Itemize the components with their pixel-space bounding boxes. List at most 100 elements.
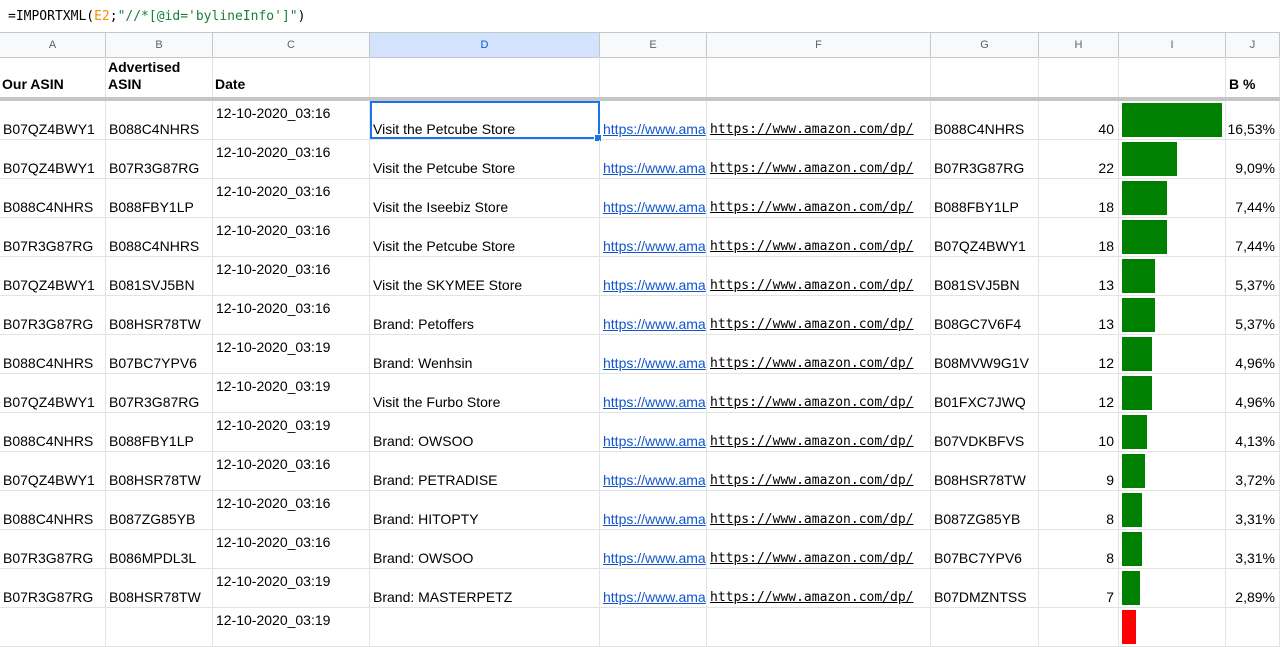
column-header-e[interactable]: E: [600, 33, 707, 57]
header-cell-d[interactable]: [370, 57, 600, 97]
header-cell-b-percent[interactable]: B %: [1226, 57, 1280, 97]
date-cell[interactable]: 12-10-2020_03:16: [213, 257, 370, 295]
partial-cell[interactable]: [931, 608, 1039, 646]
column-header-d[interactable]: D: [370, 33, 600, 57]
link-text[interactable]: https://www.ama: [603, 160, 706, 176]
url-cell[interactable]: https://www.amazon.com/dp/: [707, 452, 931, 490]
count-cell[interactable]: 18: [1039, 218, 1119, 256]
percent-cell[interactable]: 16,53%: [1226, 101, 1280, 139]
asin-cell[interactable]: B01FXC7JWQ: [931, 374, 1039, 412]
link-cell[interactable]: https://www.ama: [600, 374, 707, 412]
header-cell-our-asin[interactable]: Our ASIN: [0, 57, 106, 97]
asin-cell[interactable]: B081SVJ5BN: [931, 257, 1039, 295]
advertised-asin-cell[interactable]: B07R3G87RG: [106, 140, 213, 178]
bar-cell[interactable]: [1119, 257, 1226, 295]
percent-cell[interactable]: 3,31%: [1226, 530, 1280, 568]
date-cell[interactable]: 12-10-2020_03:16: [213, 101, 370, 139]
link-text[interactable]: https://www.ama: [603, 394, 706, 410]
count-cell[interactable]: 40: [1039, 101, 1119, 139]
link-text[interactable]: https://www.amazon.com/dp/: [710, 473, 914, 488]
bar-cell[interactable]: [1119, 218, 1226, 256]
link-text[interactable]: https://www.ama: [603, 355, 706, 371]
column-header-g[interactable]: G: [931, 33, 1039, 57]
url-cell[interactable]: https://www.amazon.com/dp/: [707, 296, 931, 334]
column-header-i[interactable]: I: [1119, 33, 1226, 57]
count-cell[interactable]: 13: [1039, 257, 1119, 295]
brand-cell[interactable]: Visit the Iseebiz Store: [370, 179, 600, 217]
percent-cell[interactable]: 7,44%: [1226, 218, 1280, 256]
column-header-b[interactable]: B: [106, 33, 213, 57]
partial-cell[interactable]: [1039, 608, 1119, 646]
link-text[interactable]: https://www.amazon.com/dp/: [710, 317, 914, 332]
url-cell[interactable]: https://www.amazon.com/dp/: [707, 218, 931, 256]
link-cell[interactable]: https://www.ama: [600, 140, 707, 178]
our-asin-cell[interactable]: B07R3G87RG: [0, 218, 106, 256]
url-cell[interactable]: https://www.amazon.com/dp/: [707, 179, 931, 217]
asin-cell[interactable]: B08MVW9G1V: [931, 335, 1039, 373]
partial-cell[interactable]: 12-10-2020_03:19: [213, 608, 370, 646]
column-header-c[interactable]: C: [213, 33, 370, 57]
asin-cell[interactable]: B08GC7V6F4: [931, 296, 1039, 334]
bar-cell[interactable]: [1119, 374, 1226, 412]
partial-cell[interactable]: [600, 608, 707, 646]
advertised-asin-cell[interactable]: B088C4NHRS: [106, 218, 213, 256]
column-header-h[interactable]: H: [1039, 33, 1119, 57]
link-cell[interactable]: https://www.ama: [600, 296, 707, 334]
header-cell-advertised-asin[interactable]: Advertised ASIN: [106, 57, 213, 97]
link-text[interactable]: https://www.ama: [603, 511, 706, 527]
count-cell[interactable]: 8: [1039, 530, 1119, 568]
our-asin-cell[interactable]: B07R3G87RG: [0, 296, 106, 334]
link-text[interactable]: https://www.ama: [603, 121, 706, 137]
percent-cell[interactable]: 3,31%: [1226, 491, 1280, 529]
bar-cell[interactable]: [1119, 296, 1226, 334]
count-cell[interactable]: 12: [1039, 374, 1119, 412]
our-asin-cell[interactable]: B07QZ4BWY1: [0, 140, 106, 178]
brand-cell[interactable]: Brand: MASTERPETZ: [370, 569, 600, 607]
asin-cell[interactable]: B07VDKBFVS: [931, 413, 1039, 451]
partial-cell[interactable]: [707, 608, 931, 646]
link-cell[interactable]: https://www.ama: [600, 335, 707, 373]
link-cell[interactable]: https://www.ama: [600, 257, 707, 295]
header-cell-i[interactable]: [1119, 57, 1226, 97]
our-asin-cell[interactable]: B07R3G87RG: [0, 530, 106, 568]
date-cell[interactable]: 12-10-2020_03:19: [213, 335, 370, 373]
asin-cell[interactable]: B07QZ4BWY1: [931, 218, 1039, 256]
date-cell[interactable]: 12-10-2020_03:16: [213, 140, 370, 178]
link-text[interactable]: https://www.ama: [603, 589, 706, 605]
asin-cell[interactable]: B07DMZNTSS: [931, 569, 1039, 607]
percent-cell[interactable]: 3,72%: [1226, 452, 1280, 490]
percent-cell[interactable]: 4,13%: [1226, 413, 1280, 451]
link-cell[interactable]: https://www.ama: [600, 569, 707, 607]
asin-cell[interactable]: B088C4NHRS: [931, 101, 1039, 139]
link-cell[interactable]: https://www.ama: [600, 452, 707, 490]
link-text[interactable]: https://www.ama: [603, 199, 706, 215]
link-cell[interactable]: https://www.ama: [600, 179, 707, 217]
date-cell[interactable]: 12-10-2020_03:16: [213, 296, 370, 334]
link-text[interactable]: https://www.amazon.com/dp/: [710, 161, 914, 176]
url-cell[interactable]: https://www.amazon.com/dp/: [707, 335, 931, 373]
asin-cell[interactable]: B07BC7YPV6: [931, 530, 1039, 568]
percent-cell[interactable]: 2,89%: [1226, 569, 1280, 607]
our-asin-cell[interactable]: B07QZ4BWY1: [0, 452, 106, 490]
advertised-asin-cell[interactable]: B086MPDL3L: [106, 530, 213, 568]
advertised-asin-cell[interactable]: B08HSR78TW: [106, 452, 213, 490]
link-text[interactable]: https://www.amazon.com/dp/: [710, 356, 914, 371]
header-cell-f[interactable]: [707, 57, 931, 97]
link-cell[interactable]: https://www.ama: [600, 491, 707, 529]
count-cell[interactable]: 8: [1039, 491, 1119, 529]
link-text[interactable]: https://www.amazon.com/dp/: [710, 512, 914, 527]
brand-cell[interactable]: Brand: OWSOO: [370, 530, 600, 568]
url-cell[interactable]: https://www.amazon.com/dp/: [707, 491, 931, 529]
date-cell[interactable]: 12-10-2020_03:16: [213, 179, 370, 217]
brand-cell[interactable]: Visit the Petcube Store: [370, 218, 600, 256]
url-cell[interactable]: https://www.amazon.com/dp/: [707, 374, 931, 412]
link-cell[interactable]: https://www.ama: [600, 413, 707, 451]
our-asin-cell[interactable]: B088C4NHRS: [0, 179, 106, 217]
url-cell[interactable]: https://www.amazon.com/dp/: [707, 140, 931, 178]
link-text[interactable]: https://www.amazon.com/dp/: [710, 590, 914, 605]
percent-cell[interactable]: 4,96%: [1226, 335, 1280, 373]
url-cell[interactable]: https://www.amazon.com/dp/: [707, 257, 931, 295]
count-cell[interactable]: 9: [1039, 452, 1119, 490]
advertised-asin-cell[interactable]: B088C4NHRS: [106, 101, 213, 139]
bar-cell[interactable]: [1119, 491, 1226, 529]
